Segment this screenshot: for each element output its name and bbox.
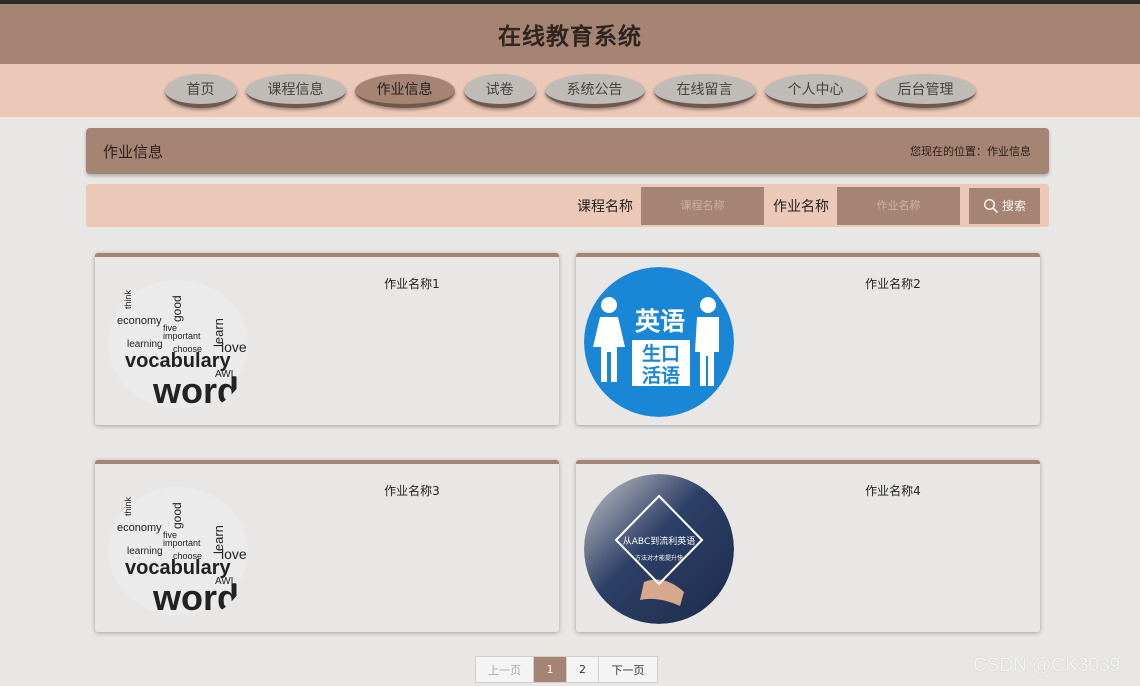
breadcrumb: 您现在的位置：作业信息 xyxy=(910,145,1031,158)
site-title: 在线教育系统 xyxy=(498,24,642,50)
homework-card-2[interactable]: 英语 生口 活语 作业名称2 xyxy=(576,253,1040,425)
nav-personal-center[interactable]: 个人中心 xyxy=(764,73,867,108)
classroom-photo-image: 从ABC到流利英语 方法对才能提升快 xyxy=(584,474,734,624)
homework-name-input[interactable] xyxy=(837,186,960,225)
card-title: 作业名称2 xyxy=(865,277,921,291)
svg-text:economy: economy xyxy=(117,522,162,534)
course-name-input[interactable] xyxy=(641,186,764,225)
svg-text:five: five xyxy=(163,530,177,540)
word-cloud-image: economy think learn vocabulary words lov… xyxy=(103,267,253,417)
svg-text:love: love xyxy=(221,546,247,562)
card-title: 作业名称1 xyxy=(384,277,440,291)
search-bar: 课程名称 作业名称 搜索 xyxy=(86,184,1049,227)
homework-card-1[interactable]: economy think learn vocabulary words lov… xyxy=(95,253,559,425)
course-name-label: 课程名称 xyxy=(577,198,633,215)
watermark: CSDN @CK3039 xyxy=(973,655,1121,676)
homework-card-4[interactable]: 从ABC到流利英语 方法对才能提升快 作业名称4 xyxy=(576,460,1040,632)
nav-exam[interactable]: 试卷 xyxy=(463,73,536,108)
svg-text:生口: 生口 xyxy=(642,342,680,365)
nav-messages[interactable]: 在线留言 xyxy=(653,73,756,108)
svg-text:think: think xyxy=(123,496,133,516)
word-cloud-image: economy think learn vocabulary words lov… xyxy=(103,474,253,624)
nav-home[interactable]: 首页 xyxy=(164,73,237,108)
homework-card-3[interactable]: economy think learn vocabulary words lov… xyxy=(95,460,559,632)
homework-name-label: 作业名称 xyxy=(773,198,829,215)
svg-text:five: five xyxy=(163,323,177,333)
next-page-button[interactable]: 下一页 xyxy=(599,657,657,682)
nav-course-info[interactable]: 课程信息 xyxy=(245,73,346,108)
main-nav: 首页 课程信息 作业信息 试卷 系统公告 在线留言 个人中心 后台管理 xyxy=(0,64,1140,117)
nav-homework-info[interactable]: 作业信息 xyxy=(354,73,455,108)
search-button[interactable]: 搜索 xyxy=(969,187,1040,224)
svg-text:learning: learning xyxy=(127,546,163,557)
svg-text:choose: choose xyxy=(173,551,202,561)
page-2-button[interactable]: 2 xyxy=(567,657,599,682)
word-cloud-graphic: economy think learn vocabulary words lov… xyxy=(108,487,253,618)
page-title: 作业信息 xyxy=(103,142,164,161)
classroom-photo-graphic: 从ABC到流利英语 方法对才能提升快 xyxy=(584,474,734,624)
card-title: 作业名称4 xyxy=(865,484,921,498)
svg-text:活语: 活语 xyxy=(642,364,680,387)
page-1-button[interactable]: 1 xyxy=(534,657,567,682)
card-title: 作业名称3 xyxy=(384,484,440,498)
svg-text:AWL: AWL xyxy=(215,576,237,587)
search-icon xyxy=(983,198,999,213)
prev-page-button[interactable]: 上一页 xyxy=(476,657,534,682)
svg-text:love: love xyxy=(221,339,247,355)
pagination: 上一页 1 2 下一页 xyxy=(475,656,658,683)
site-header: 在线教育系统 xyxy=(0,4,1140,64)
svg-text:方法对才能提升快: 方法对才能提升快 xyxy=(635,554,683,562)
svg-text:AWL: AWL xyxy=(215,369,237,380)
svg-text:words: words xyxy=(152,577,253,618)
svg-text:words: words xyxy=(152,370,253,411)
svg-text:good: good xyxy=(170,502,184,529)
nav-admin[interactable]: 后台管理 xyxy=(875,73,976,108)
svg-text:economy: economy xyxy=(117,315,162,327)
english-oral-badge-image: 英语 生口 活语 xyxy=(584,267,734,417)
word-cloud-graphic: economy think learn vocabulary words lov… xyxy=(108,280,253,411)
svg-text:choose: choose xyxy=(173,344,202,354)
svg-text:learning: learning xyxy=(127,339,163,350)
nav-announcements[interactable]: 系统公告 xyxy=(544,73,645,108)
location-bar: 作业信息 您现在的位置：作业信息 xyxy=(86,128,1049,174)
svg-text:think: think xyxy=(123,289,133,309)
svg-text:从ABC到流利英语: 从ABC到流利英语 xyxy=(623,535,695,547)
search-button-label: 搜索 xyxy=(1001,199,1026,213)
english-oral-badge-graphic: 英语 生口 活语 xyxy=(584,267,734,417)
svg-text:英语: 英语 xyxy=(635,307,685,336)
svg-text:good: good xyxy=(170,295,184,322)
